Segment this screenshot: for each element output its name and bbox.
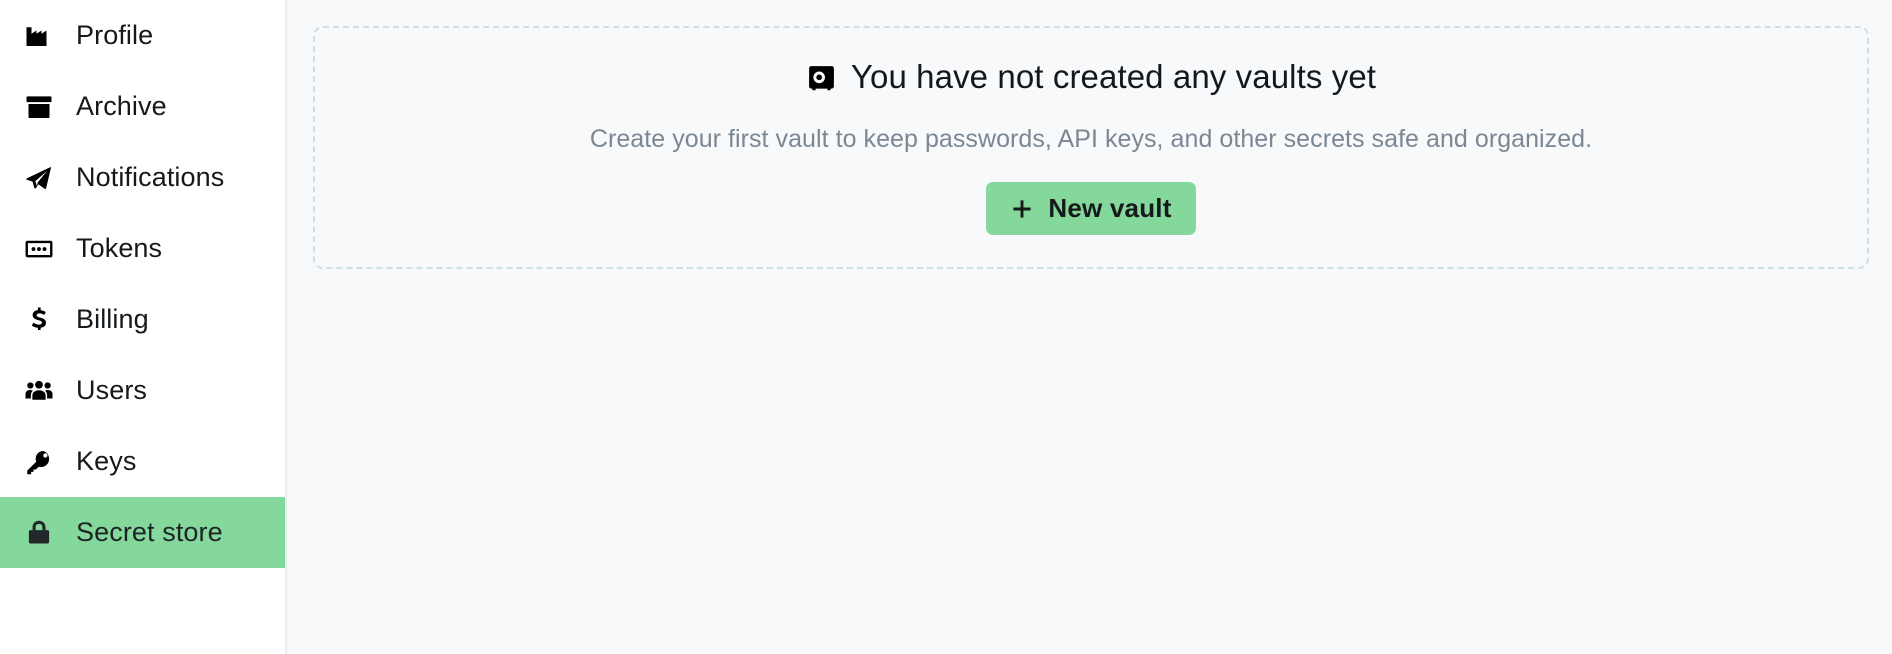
page-title-text: You have not created any vaults yet [850, 58, 1377, 95]
dollar-sign-icon [24, 305, 54, 335]
sidebar-item-keys[interactable]: Keys [0, 426, 285, 497]
empty-state-card: You have not created any vaults yet Crea… [313, 26, 1869, 269]
factory-icon [24, 21, 54, 51]
sidebar-item-label: Archive [76, 91, 167, 121]
key-icon [24, 447, 54, 477]
page-title: You have not created any vaults yet [806, 58, 1376, 96]
paper-plane-icon [24, 163, 54, 193]
sidebar-item-label: Secret store [76, 517, 223, 547]
vault-safe-icon [806, 63, 837, 94]
lock-icon [24, 518, 54, 548]
sidebar-item-archive[interactable]: Archive [0, 71, 285, 142]
sidebar-item-label: Notifications [76, 162, 225, 192]
token-dots-icon [24, 234, 54, 264]
archive-box-icon [24, 92, 54, 122]
sidebar-item-billing[interactable]: Billing [0, 284, 285, 355]
sidebar-item-label: Profile [76, 20, 154, 50]
sidebar-item-label: Billing [76, 304, 149, 334]
users-group-icon [24, 376, 54, 406]
new-vault-button[interactable]: New vault [986, 182, 1196, 235]
sidebar-item-users[interactable]: Users [0, 355, 285, 426]
sidebar-item-secret-store[interactable]: Secret store [0, 497, 285, 568]
sidebar: Profile Archive Notifications Tokens Bil… [0, 0, 287, 654]
sidebar-item-label: Keys [76, 446, 137, 476]
sidebar-item-tokens[interactable]: Tokens [0, 213, 285, 284]
sidebar-item-label: Tokens [76, 233, 163, 263]
plus-icon [1010, 197, 1034, 221]
app-root: Profile Archive Notifications Tokens Bil… [0, 0, 1892, 654]
main-content: You have not created any vaults yet Crea… [287, 0, 1892, 654]
empty-state-subtitle: Create your first vault to keep password… [589, 125, 1593, 153]
new-vault-button-label: New vault [1048, 193, 1172, 223]
sidebar-item-notifications[interactable]: Notifications [0, 142, 285, 213]
sidebar-item-profile[interactable]: Profile [0, 0, 285, 71]
sidebar-item-label: Users [76, 375, 148, 405]
